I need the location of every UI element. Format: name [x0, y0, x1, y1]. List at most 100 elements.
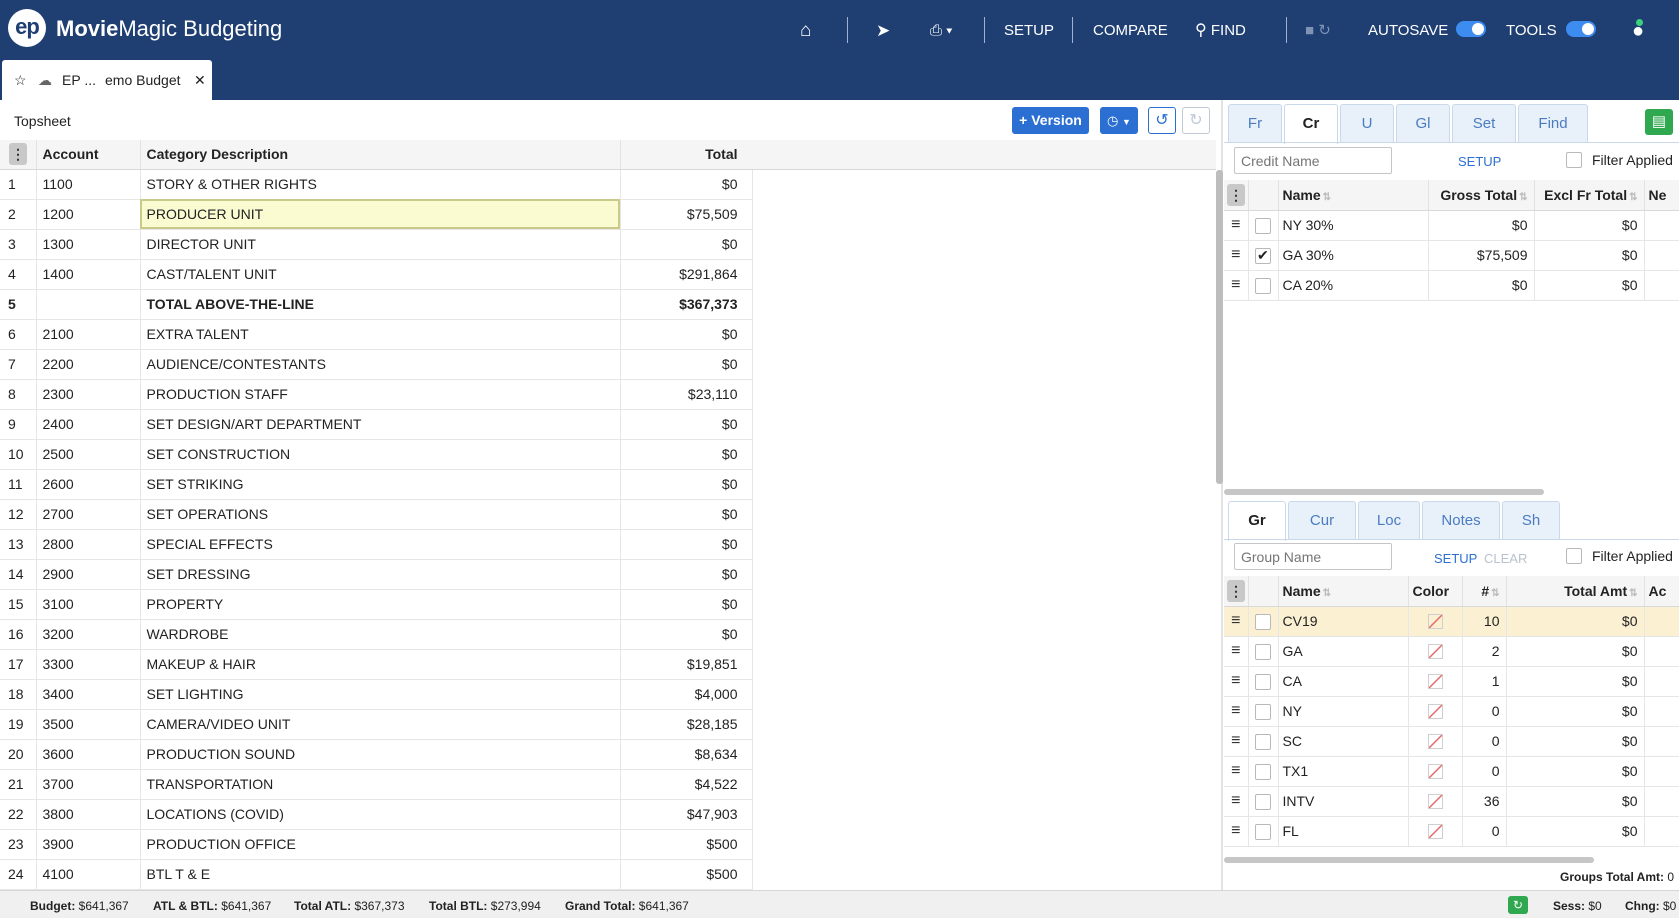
- credits-setup-link[interactable]: SETUP: [1458, 154, 1501, 169]
- credit-name-cell[interactable]: NY 30%: [1278, 210, 1429, 241]
- row-checkbox[interactable]: [1255, 643, 1271, 660]
- account-cell[interactable]: 3600: [36, 739, 141, 770]
- total-amt-cell[interactable]: $0: [1506, 636, 1645, 667]
- setup-button[interactable]: SETUP: [1004, 20, 1054, 42]
- count-cell[interactable]: 0: [1462, 756, 1507, 787]
- account-cell[interactable]: 2100: [36, 319, 141, 350]
- no-color-swatch-icon[interactable]: [1427, 674, 1443, 690]
- color-cell[interactable]: [1408, 636, 1463, 667]
- description-cell[interactable]: MAKEUP & HAIR: [140, 649, 621, 680]
- description-cell[interactable]: SET CONSTRUCTION: [140, 439, 621, 470]
- description-cell[interactable]: SPECIAL EFFECTS: [140, 529, 621, 560]
- table-row[interactable]: ≡ GA 2 $0: [1224, 636, 1679, 667]
- table-row[interactable]: 13 2800 SPECIAL EFFECTS $0: [0, 529, 753, 560]
- color-cell[interactable]: [1408, 756, 1463, 787]
- count-cell[interactable]: 10: [1462, 606, 1507, 637]
- table-row[interactable]: 15 3100 PROPERTY $0: [0, 589, 753, 620]
- total-cell[interactable]: $0: [620, 409, 753, 440]
- gross-total-cell[interactable]: $75,509: [1428, 240, 1535, 271]
- group-name-cell[interactable]: CA: [1278, 666, 1409, 697]
- history-button[interactable]: ◷ ▼: [1100, 107, 1138, 134]
- ac-cell[interactable]: [1644, 726, 1679, 757]
- send-icon[interactable]: ➤: [876, 20, 890, 42]
- account-cell[interactable]: 2300: [36, 379, 141, 410]
- drag-handle-icon[interactable]: ≡: [1224, 816, 1249, 847]
- account-cell[interactable]: 1100: [36, 169, 141, 200]
- ac-cell[interactable]: [1644, 636, 1679, 667]
- tab-find[interactable]: Find: [1518, 104, 1588, 142]
- count-cell[interactable]: 2: [1462, 636, 1507, 667]
- table-row[interactable]: 19 3500 CAMERA/VIDEO UNIT $28,185: [0, 709, 753, 740]
- account-cell[interactable]: 2700: [36, 499, 141, 530]
- home-icon[interactable]: ⌂: [800, 20, 811, 42]
- color-cell[interactable]: [1408, 606, 1463, 637]
- account-cell[interactable]: 1300: [36, 229, 141, 260]
- table-row[interactable]: 4 1400 CAST/TALENT UNIT $291,864: [0, 259, 753, 290]
- count-cell[interactable]: 0: [1462, 726, 1507, 757]
- total-cell[interactable]: $0: [620, 229, 753, 260]
- ac-cell[interactable]: [1644, 786, 1679, 817]
- description-cell[interactable]: SET STRIKING: [140, 469, 621, 500]
- table-row[interactable]: 8 2300 PRODUCTION STAFF $23,110: [0, 379, 753, 410]
- table-row[interactable]: 12 2700 SET OPERATIONS $0: [0, 499, 753, 530]
- no-color-swatch-icon[interactable]: [1427, 644, 1443, 660]
- table-row[interactable]: 5 TOTAL ABOVE-THE-LINE $367,373: [0, 289, 753, 320]
- sort-icon[interactable]: ⇅: [1323, 588, 1331, 599]
- total-amt-cell[interactable]: $0: [1506, 606, 1645, 637]
- sort-icon[interactable]: ⇅: [1491, 588, 1499, 599]
- groups-setup-link[interactable]: SETUP: [1434, 551, 1477, 566]
- row-checkbox[interactable]: [1255, 277, 1271, 294]
- column-header-ne[interactable]: Ne: [1644, 180, 1679, 211]
- column-header-color[interactable]: Color: [1408, 576, 1463, 607]
- row-checkbox[interactable]: [1255, 733, 1271, 750]
- account-cell[interactable]: 2400: [36, 409, 141, 440]
- table-row[interactable]: ≡ GA 30%$75,509$0: [1224, 240, 1679, 271]
- autosave-toggle[interactable]: [1456, 21, 1486, 37]
- tab-set[interactable]: Set: [1452, 104, 1516, 142]
- tab-cr[interactable]: Cr: [1284, 104, 1338, 144]
- total-cell[interactable]: $0: [620, 559, 753, 590]
- total-cell[interactable]: $4,000: [620, 679, 753, 710]
- drag-handle-icon[interactable]: ≡: [1224, 786, 1249, 817]
- close-tab-icon[interactable]: ✕: [194, 72, 206, 89]
- table-row[interactable]: 7 2200 AUDIENCE/CONTESTANTS $0: [0, 349, 753, 380]
- account-cell[interactable]: 3500: [36, 709, 141, 740]
- table-row[interactable]: 23 3900 PRODUCTION OFFICE $500: [0, 829, 753, 860]
- table-row[interactable]: 9 2400 SET DESIGN/ART DEPARTMENT $0: [0, 409, 753, 440]
- excl-fr-total-cell[interactable]: $0: [1534, 240, 1645, 271]
- groups-filter-checkbox[interactable]: [1566, 548, 1582, 564]
- credits-filter-checkbox[interactable]: [1566, 152, 1582, 168]
- count-cell[interactable]: 1: [1462, 666, 1507, 697]
- color-cell[interactable]: [1408, 816, 1463, 847]
- description-cell[interactable]: BTL T & E: [140, 859, 621, 890]
- account-cell[interactable]: 3400: [36, 679, 141, 710]
- account-cell[interactable]: 3900: [36, 829, 141, 860]
- more-vertical-icon[interactable]: ⋮: [1227, 579, 1245, 602]
- table-row[interactable]: 21 3700 TRANSPORTATION $4,522: [0, 769, 753, 800]
- redo-button[interactable]: ↻: [1182, 107, 1210, 134]
- total-cell[interactable]: $0: [620, 349, 753, 380]
- table-row[interactable]: ≡ NY 0 $0: [1224, 696, 1679, 727]
- no-color-swatch-icon[interactable]: [1427, 794, 1443, 810]
- color-cell[interactable]: [1408, 726, 1463, 757]
- total-cell[interactable]: $19,851: [620, 649, 753, 680]
- description-cell[interactable]: PRODUCER UNIT: [140, 199, 621, 230]
- ne-cell[interactable]: [1644, 270, 1679, 301]
- drag-handle-icon[interactable]: ≡: [1224, 756, 1249, 787]
- group-name-cell[interactable]: TX1: [1278, 756, 1409, 787]
- total-cell[interactable]: $0: [620, 529, 753, 560]
- table-row[interactable]: 1 1100 STORY & OTHER RIGHTS $0: [0, 169, 753, 200]
- no-color-swatch-icon[interactable]: [1427, 614, 1443, 630]
- total-cell[interactable]: $0: [620, 319, 753, 350]
- total-cell[interactable]: $500: [620, 829, 753, 860]
- total-amt-cell[interactable]: $0: [1506, 696, 1645, 727]
- total-amt-cell[interactable]: $0: [1506, 756, 1645, 787]
- description-cell[interactable]: PROPERTY: [140, 589, 621, 620]
- total-amt-cell[interactable]: $0: [1506, 726, 1645, 757]
- account-cell[interactable]: 2200: [36, 349, 141, 380]
- account-cell[interactable]: 3100: [36, 589, 141, 620]
- vertical-scrollbar[interactable]: [1216, 170, 1223, 484]
- table-row[interactable]: ≡ CA 1 $0: [1224, 666, 1679, 697]
- description-cell[interactable]: TOTAL ABOVE-THE-LINE: [140, 289, 621, 320]
- row-checkbox[interactable]: [1255, 793, 1271, 810]
